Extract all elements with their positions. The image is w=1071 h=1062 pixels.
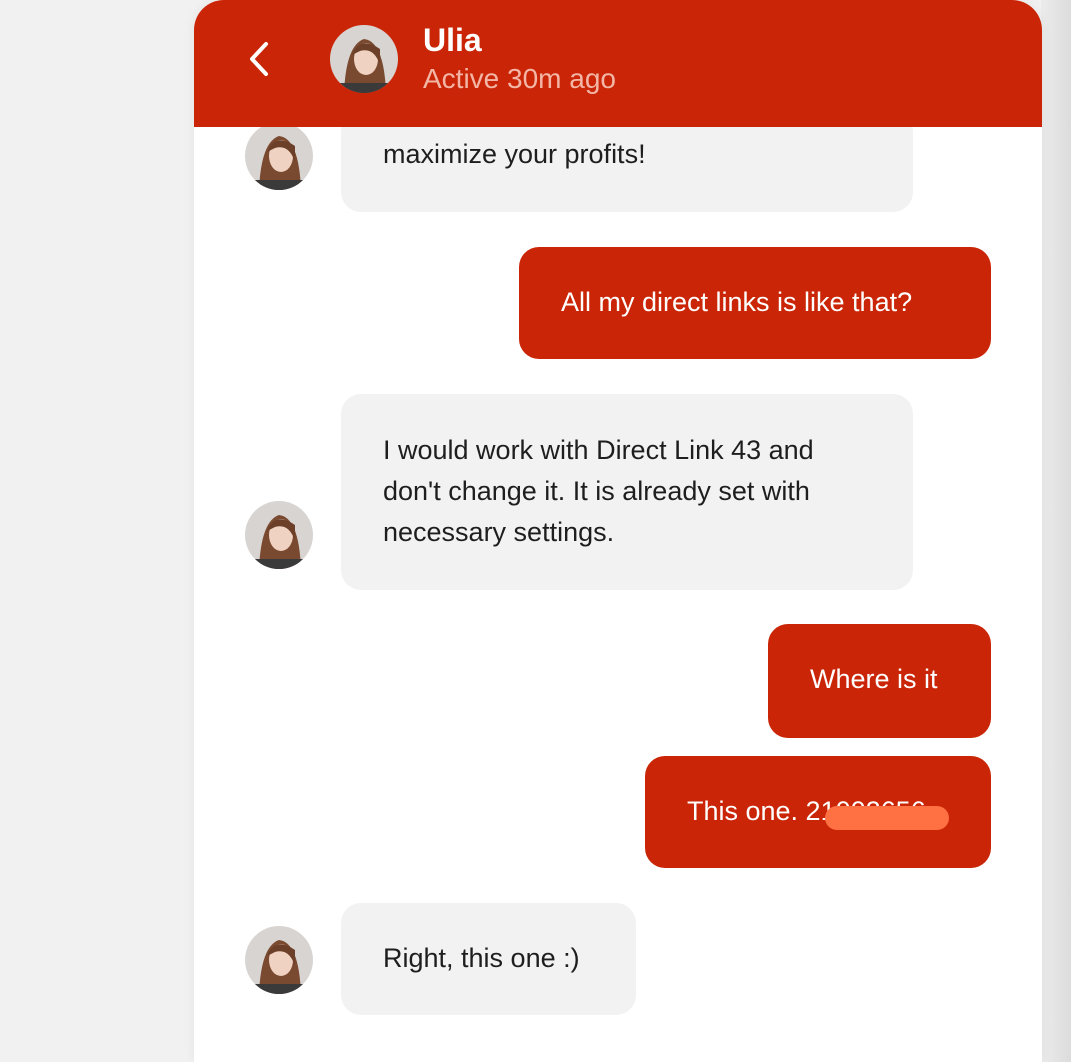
- message-text: Where is it: [810, 664, 938, 694]
- message-bubble-outgoing[interactable]: All my direct links is like that?: [519, 247, 991, 359]
- background-shade: [1041, 0, 1071, 1062]
- contact-avatar[interactable]: [245, 122, 313, 190]
- message-text: maximize your profits!: [383, 139, 646, 169]
- message-bubble-outgoing[interactable]: This one. 21002656: [645, 756, 991, 868]
- back-button[interactable]: [240, 34, 280, 84]
- contact-avatar[interactable]: [245, 501, 313, 569]
- message-text: Right, this one :): [383, 943, 580, 973]
- message-bubble-incoming[interactable]: maximize your profits!: [341, 112, 913, 212]
- message-text: All my direct links is like that?: [561, 287, 913, 317]
- chevron-left-icon: [250, 42, 268, 76]
- contact-status: Active 30m ago: [423, 63, 616, 94]
- page: maximize your profits! All my direct lin…: [0, 0, 1071, 1062]
- contact-avatar[interactable]: [245, 926, 313, 994]
- chat-window: maximize your profits! All my direct lin…: [194, 0, 1042, 1062]
- message-bubble-incoming[interactable]: Right, this one :): [341, 903, 636, 1015]
- message-bubble-incoming[interactable]: I would work with Direct Link 43 and don…: [341, 394, 913, 590]
- message-list[interactable]: maximize your profits! All my direct lin…: [194, 0, 1042, 1062]
- contact-name[interactable]: Ulia: [423, 20, 482, 60]
- contact-avatar[interactable]: [330, 25, 398, 93]
- message-text: I would work with Direct Link 43 and don…: [383, 435, 814, 547]
- message-bubble-outgoing[interactable]: Where is it: [768, 624, 991, 738]
- redaction-mark: [825, 806, 949, 830]
- chat-header: Ulia Active 30m ago: [194, 0, 1042, 127]
